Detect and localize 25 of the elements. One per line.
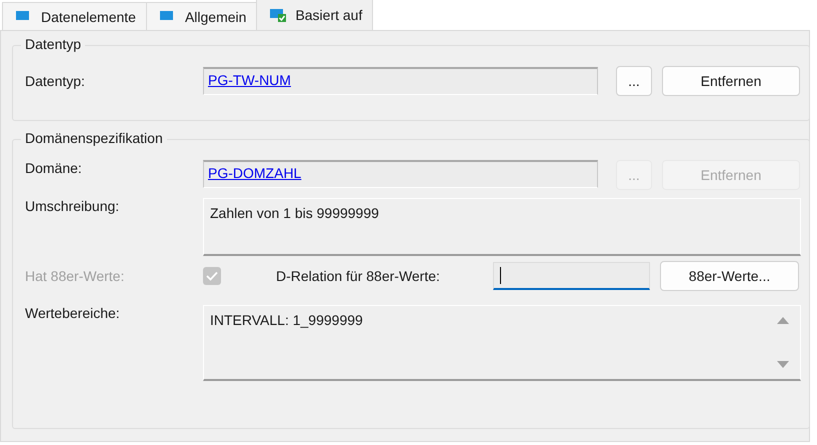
scroll-up-icon[interactable]	[777, 316, 789, 324]
tab[interactable]: Datenelemente	[2, 2, 147, 30]
browse-button[interactable]: ...	[616, 66, 652, 96]
field-label: Umschreibung:	[25, 198, 120, 214]
relation-field[interactable]	[493, 262, 650, 290]
tab[interactable]: Basiert auf	[256, 0, 374, 30]
field-label: Wertebereiche:	[25, 305, 121, 321]
group-title: Datentyp	[21, 36, 86, 52]
values-button[interactable]: 88er-Werte...	[660, 261, 799, 291]
remove-button[interactable]: Entfernen	[662, 66, 800, 96]
ranges-field[interactable]: INTERVALL: 1_9999999	[203, 305, 801, 381]
field-label: D-Relation für 88er-Werte:	[276, 268, 441, 284]
scroll-down-icon[interactable]	[777, 361, 789, 369]
tab[interactable]: Allgemein	[146, 2, 258, 30]
field-label: Hat 88er-Werte:	[25, 268, 126, 284]
group-title: Domänenspezifikation	[21, 130, 167, 146]
grid-check-icon	[269, 7, 288, 23]
datatype-link[interactable]: PG-TW-NUM	[208, 72, 291, 88]
domain-link[interactable]: PG-DOMZAHL	[208, 165, 302, 181]
field-label: Datentyp:	[25, 73, 86, 89]
checkmark-icon	[206, 271, 218, 281]
field-label: Domäne:	[25, 160, 83, 176]
datatype-field[interactable]: PG-TW-NUM	[203, 67, 598, 95]
domain-field[interactable]: PG-DOMZAHL	[203, 160, 598, 188]
description-field[interactable]: Zahlen von 1 bis 99999999	[203, 198, 801, 256]
